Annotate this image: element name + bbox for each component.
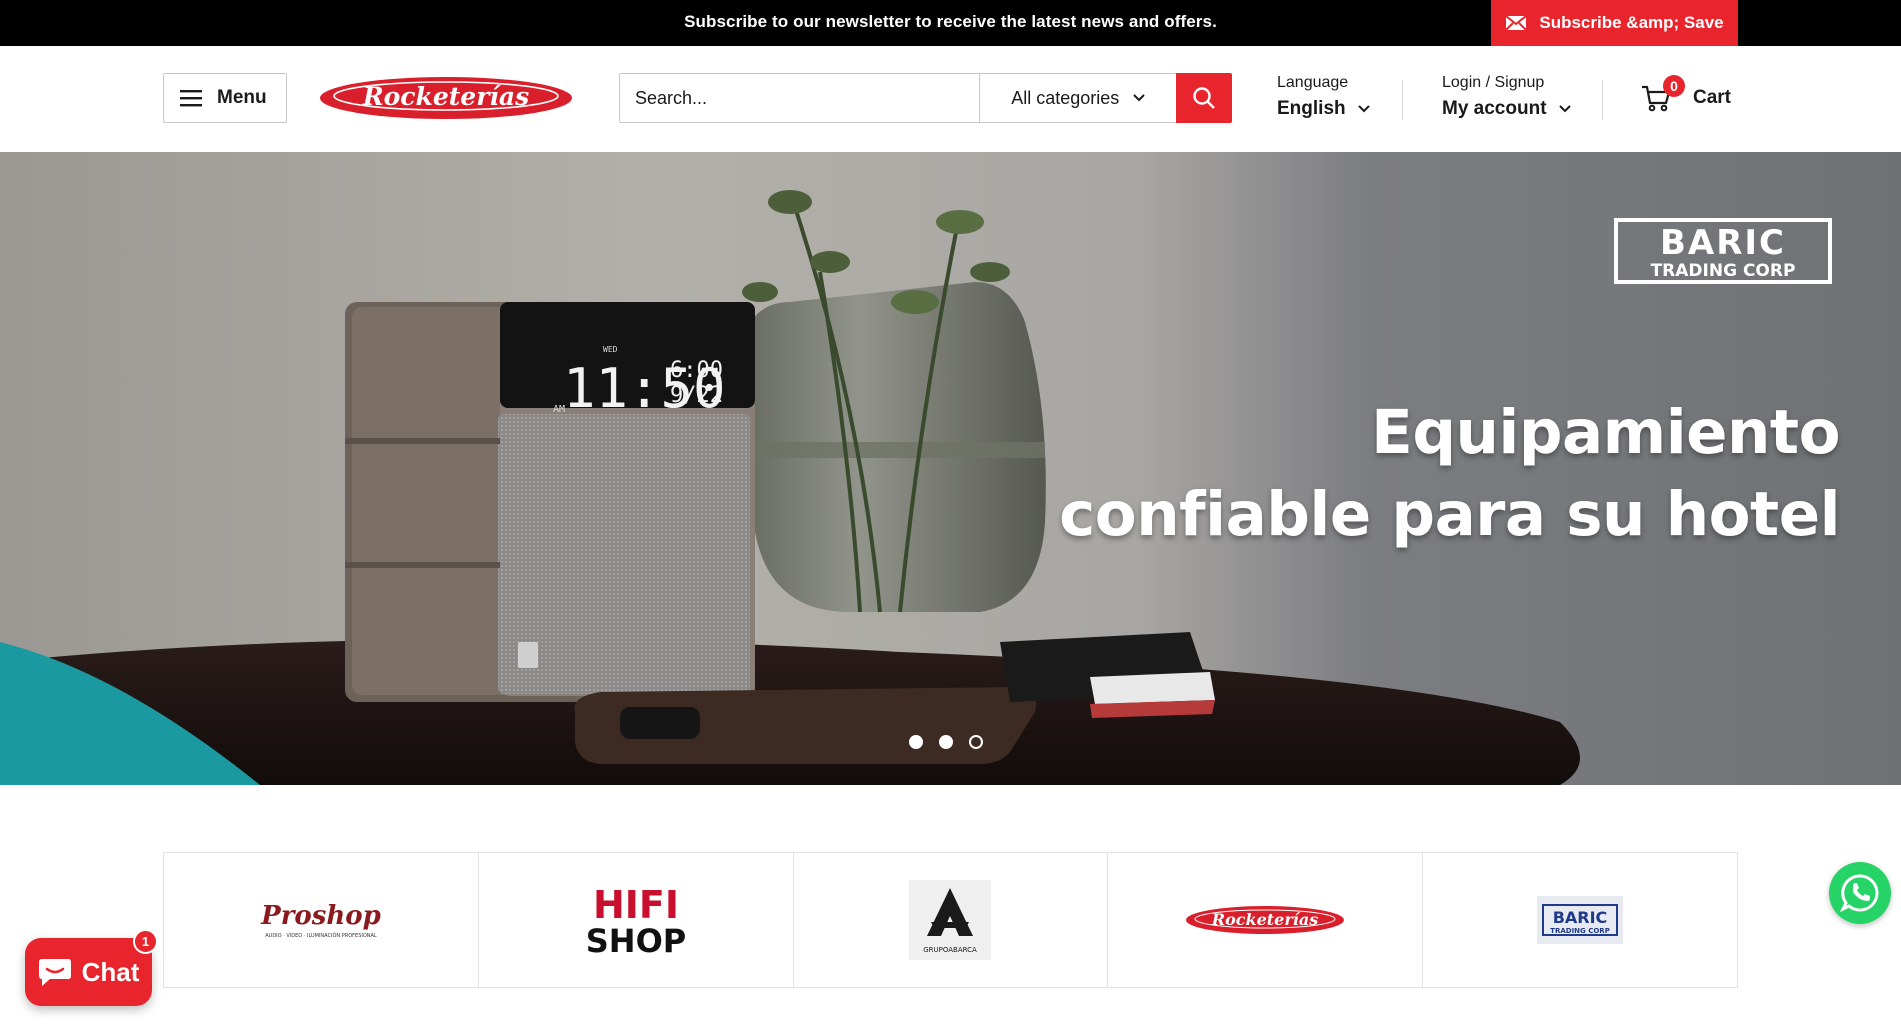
- search-icon: [1193, 87, 1215, 109]
- rocketerias-name: Rocketerías: [1211, 910, 1318, 929]
- brand-rocketerias[interactable]: Rocketerías: [1108, 853, 1424, 987]
- hifi-line2: SHOP: [585, 922, 685, 956]
- search-bar: All categories: [619, 73, 1232, 123]
- baric-line2: TRADING CORP: [1550, 927, 1610, 935]
- brand-proshop[interactable]: Proshop AUDIO · VIDEO · ILUMINACIÓN PROF…: [164, 853, 479, 987]
- language-value: English: [1277, 98, 1346, 119]
- search-input[interactable]: [620, 74, 980, 122]
- cart-button[interactable]: 0 Cart: [1641, 75, 1732, 118]
- subscribe-label: Subscribe &amp; Save: [1539, 13, 1724, 32]
- language-label: Language: [1277, 74, 1349, 91]
- proshop-subtitle: AUDIO · VIDEO · ILUMINACIÓN PROFESIONAL: [265, 932, 377, 939]
- account-menu[interactable]: Login / Signup My account: [1442, 72, 1571, 124]
- proshop-logo: Proshop AUDIO · VIDEO · ILUMINACIÓN PROF…: [260, 901, 381, 939]
- site-header: Menu Rocketerías All categories Language…: [0, 46, 1901, 152]
- search-button[interactable]: [1176, 73, 1232, 123]
- clock-alarm: 6:00: [670, 358, 723, 383]
- hero-title: Equipamiento confiable para su hotel: [1059, 392, 1840, 556]
- whatsapp-icon: [1839, 874, 1879, 913]
- chevron-down-icon: [1133, 94, 1145, 102]
- subscribe-button[interactable]: Subscribe &amp; Save: [1491, 0, 1738, 46]
- baric-hero-logo: BARIC TRADING CORP: [1614, 218, 1832, 284]
- brand-logos-row: Proshop AUDIO · VIDEO · ILUMINACIÓN PROF…: [163, 852, 1738, 988]
- clock-date: 9/22: [670, 383, 723, 408]
- chevron-down-icon: [1357, 105, 1370, 113]
- hero-title-line2: confiable para su hotel: [1059, 479, 1840, 550]
- category-select[interactable]: All categories: [979, 74, 1176, 122]
- chat-button[interactable]: Chat: [25, 938, 152, 1006]
- slide-dot-2[interactable]: [939, 735, 953, 749]
- hifi-shop-logo: HIFI SHOP: [585, 884, 685, 956]
- logo-text: Rocketerías: [362, 82, 529, 111]
- baric-hero-line1: BARIC: [1660, 223, 1786, 263]
- baric-line1: BARIC: [1553, 908, 1608, 927]
- grupo-abarca-name: GRUPOABARCA: [924, 946, 978, 954]
- slideshow-dots: [909, 735, 983, 749]
- site-logo[interactable]: Rocketerías: [319, 75, 573, 121]
- menu-label: Menu: [217, 87, 267, 108]
- category-label: All categories: [1011, 87, 1120, 108]
- language-selector[interactable]: Language English: [1277, 72, 1370, 124]
- whatsapp-button[interactable]: [1829, 862, 1891, 924]
- baric-logo: BARIC TRADING CORP: [1537, 896, 1624, 944]
- slide-dot-3[interactable]: [969, 735, 983, 749]
- hero-slideshow[interactable]: AM WED 11:50 6:00 9/22 BARIC TRADING COR…: [0, 152, 1901, 785]
- slide-dot-1[interactable]: [909, 735, 923, 749]
- brand-hifi-shop[interactable]: HIFI SHOP: [479, 853, 794, 987]
- login-signup-link[interactable]: Login / Signup: [1442, 72, 1571, 94]
- menu-button[interactable]: Menu: [163, 73, 287, 123]
- rocketerias-logo: Rocketerías: [1186, 906, 1345, 934]
- chat-label: Chat: [81, 956, 140, 987]
- announcement-bar: Subscribe to our newsletter to receive t…: [0, 0, 1901, 46]
- my-account-label: My account: [1442, 98, 1547, 119]
- cart-label: Cart: [1693, 87, 1732, 108]
- brand-baric[interactable]: BARIC TRADING CORP: [1423, 853, 1737, 987]
- hero-title-line1: Equipamiento: [1371, 397, 1840, 468]
- brand-grupo-abarca[interactable]: GRUPOABARCA: [794, 853, 1109, 987]
- grupo-abarca-logo: GRUPOABARCA: [909, 880, 992, 960]
- chat-bubble-icon: [38, 959, 71, 986]
- divider: [1602, 80, 1603, 120]
- envelope-icon: [1505, 15, 1528, 31]
- clock-day: WED: [603, 345, 618, 354]
- hamburger-icon: [180, 90, 202, 107]
- proshop-name: Proshop: [260, 901, 381, 931]
- baric-hero-line2: TRADING CORP: [1651, 261, 1796, 281]
- chevron-down-icon: [1558, 105, 1571, 113]
- cart-count-badge: 0: [1663, 75, 1685, 97]
- divider: [1402, 80, 1403, 120]
- chat-unread-badge: 1: [133, 929, 158, 954]
- hifi-line1: HIFI: [593, 884, 679, 927]
